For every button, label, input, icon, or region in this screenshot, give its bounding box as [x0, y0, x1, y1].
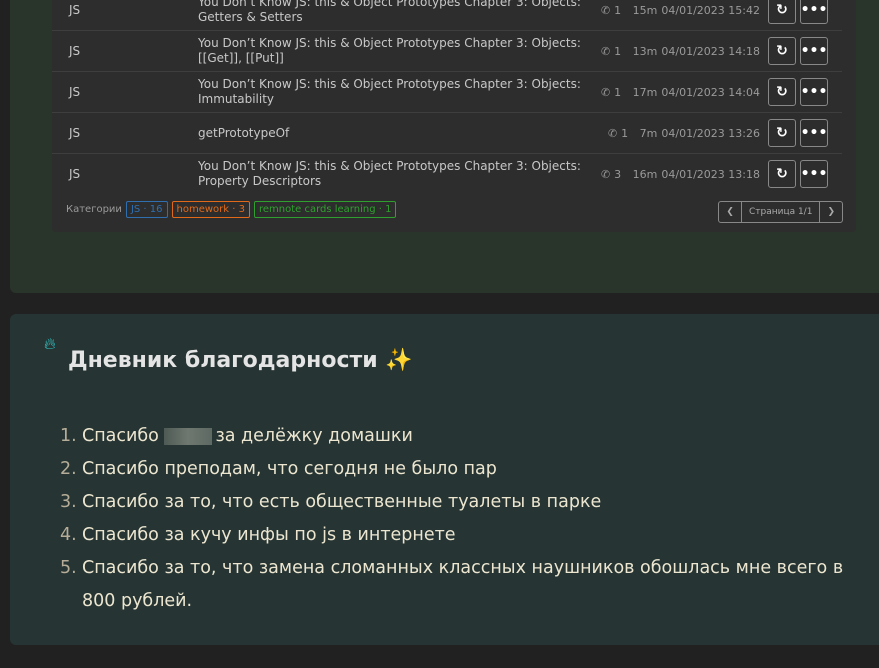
redacted-name: [164, 427, 213, 445]
phone-icon: ✆: [600, 44, 611, 58]
phone-icon: ✆: [607, 126, 618, 140]
tag-js[interactable]: JS · 16: [125, 201, 168, 218]
ellipsis-icon: •••: [800, 166, 828, 182]
redo-icon: ↻: [776, 166, 788, 182]
row-meta: ✆ 1 17m 04/01/2023 14:04: [600, 85, 760, 99]
more-button[interactable]: •••: [800, 160, 828, 188]
table-row: JS You Don’t Know JS: this & Object Prot…: [52, 0, 842, 30]
gratitude-list: 1. Спасибо за делёжку домашки 2. Спасибо п…: [60, 420, 850, 618]
categories-footer: Категории JS · 16 homework · 3 remnote c…: [66, 201, 397, 218]
more-button[interactable]: •••: [800, 0, 828, 24]
row-meta: ✆ 1 13m 04/01/2023 14:18: [600, 44, 760, 58]
row-title[interactable]: You Don’t Know JS: this & Object Prototy…: [198, 77, 618, 107]
redo-icon: ↻: [776, 43, 788, 59]
ellipsis-icon: •••: [800, 125, 828, 141]
row-meta: ✆ 3 16m 04/01/2023 13:18: [600, 167, 760, 181]
restart-button[interactable]: ↻: [768, 160, 796, 188]
more-button[interactable]: •••: [800, 37, 828, 65]
table-row: JS getPrototypeOf ✆ 1 7m 04/01/2023 13:26 …: [52, 112, 842, 153]
restart-button[interactable]: ↻: [768, 78, 796, 106]
redo-icon: ↻: [776, 2, 788, 18]
row-category: JS: [69, 85, 81, 99]
gratitude-journal-card: 🔥︎ Дневник благодарности ✨ 1. Спасибо за …: [10, 314, 879, 645]
redo-icon: ↻: [776, 125, 788, 141]
row-category: JS: [69, 167, 81, 181]
next-page-button[interactable]: ❯: [819, 202, 842, 222]
row-meta: ✆ 1 15m 04/01/2023 15:42: [600, 3, 760, 17]
row-title[interactable]: You Don’t Know JS: this & Object Prototy…: [198, 36, 618, 66]
phone-icon: ✆: [600, 3, 611, 17]
redo-icon: ↻: [776, 84, 788, 100]
row-title[interactable]: You Don’t Know JS: this & Object Prototy…: [198, 159, 618, 189]
row-title[interactable]: getPrototypeOf: [198, 126, 618, 141]
tag-homework[interactable]: homework · 3: [171, 201, 250, 218]
restart-button[interactable]: ↻: [768, 119, 796, 147]
fire-icon: 🔥︎: [44, 334, 56, 353]
more-button[interactable]: •••: [800, 78, 828, 106]
more-button[interactable]: •••: [800, 119, 828, 147]
categories-label: Категории: [66, 204, 122, 215]
phone-icon: ✆: [600, 85, 611, 99]
restart-button[interactable]: ↻: [768, 0, 796, 24]
row-category: JS: [69, 44, 81, 58]
tag-remnote[interactable]: remnote cards learning · 1: [253, 201, 397, 218]
study-log-card: Категории JS · 16 homework · 3 remnote c…: [10, 0, 879, 293]
row-meta: ✆ 1 7m 04/01/2023 13:26: [607, 126, 760, 140]
list-item: 1. Спасибо за делёжку домашки: [60, 426, 413, 446]
restart-button[interactable]: ↻: [768, 37, 796, 65]
ellipsis-icon: •••: [800, 2, 828, 18]
row-title[interactable]: You Don’t Know JS: this & Object Prototy…: [198, 0, 618, 25]
ellipsis-icon: •••: [800, 43, 828, 59]
phone-icon: ✆: [600, 167, 611, 181]
list-item: 4. Спасибо за кучу инфы по js в интернете: [60, 525, 456, 545]
table-row: JS You Don’t Know JS: this & Object Prot…: [52, 153, 842, 194]
ellipsis-icon: •••: [800, 84, 828, 100]
list-item: 2. Спасибо преподам, что сегодня не было …: [60, 459, 497, 479]
prev-page-button[interactable]: ❮: [719, 202, 742, 222]
list-item: 5. Спасибо за то, что замена сломанных кл…: [60, 558, 844, 611]
pagination: ❮ Страница 1/1 ❯: [718, 201, 843, 223]
journal-title: Дневник благодарности ✨: [68, 348, 413, 373]
row-category: JS: [69, 3, 81, 17]
table-row: JS You Don’t Know JS: this & Object Prot…: [52, 30, 842, 71]
sessions-table: Категории JS · 16 homework · 3 remnote c…: [52, 0, 856, 232]
table-row: JS You Don’t Know JS: this & Object Prot…: [52, 71, 842, 112]
page-indicator: Страница 1/1: [748, 207, 813, 217]
row-category: JS: [69, 126, 81, 140]
list-item: 3. Спасибо за то, что есть общественные т…: [60, 492, 602, 512]
